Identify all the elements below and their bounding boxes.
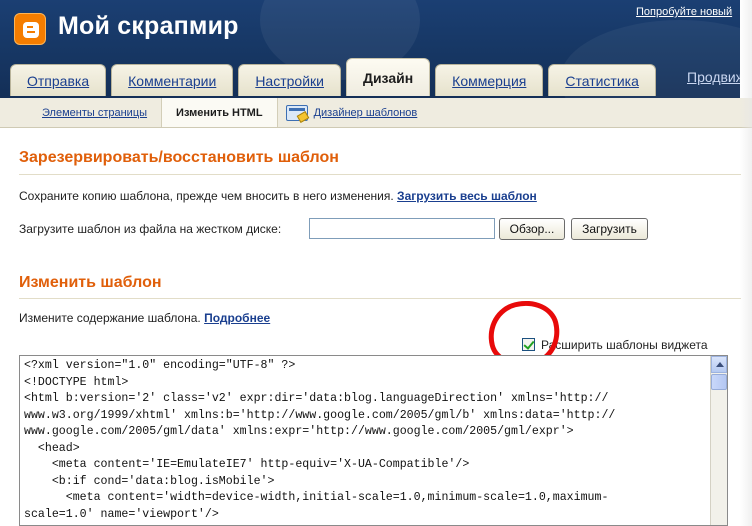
design-subnav: Элементы страницы Изменить HTML Дизайнер… xyxy=(0,98,752,128)
code-line[interactable]: www.w3.org/1999/xhtml' xmlns:b='http://w… xyxy=(24,408,707,425)
expand-widgets-checkbox[interactable] xyxy=(522,338,535,351)
blogger-logo-icon[interactable] xyxy=(14,13,46,45)
code-line[interactable]: scale=1.0' name='viewport'/> xyxy=(24,507,707,524)
subnav-edit-html[interactable]: Изменить HTML xyxy=(161,98,278,127)
tab-stats[interactable]: Статистика xyxy=(548,64,656,96)
edit-description: Измените содержание шаблона. Подробнее xyxy=(19,311,270,325)
code-line[interactable]: www.google.com/2005/gml/data' xmlns:expr… xyxy=(24,424,707,441)
code-line[interactable]: <html b:version='2' class='v2' expr:dir=… xyxy=(24,391,707,408)
backup-section-title: Зарезервировать/восстановить шаблон xyxy=(19,149,339,166)
tab-design[interactable]: Дизайн xyxy=(345,58,431,96)
edit-section-title: Изменить шаблон xyxy=(19,274,162,291)
code-line[interactable]: <meta content='width=device-width,initia… xyxy=(24,490,707,507)
expand-widgets-label[interactable]: Расширить шаблоны виджета xyxy=(541,338,708,352)
tab-settings[interactable]: Настройки xyxy=(238,64,341,96)
code-line[interactable]: <meta content='IE=EmulateIE7' http-equiv… xyxy=(24,457,707,474)
tab-comments[interactable]: Комментарии xyxy=(111,64,234,96)
editor-scrollbar[interactable] xyxy=(710,356,727,525)
blogger-header: Мой скрапмир Попробуйте новый Отправка К… xyxy=(0,0,740,98)
backup-description: Сохраните копию шаблона, прежде чем внос… xyxy=(19,189,537,203)
scroll-thumb[interactable] xyxy=(711,374,727,390)
upload-button[interactable]: Загрузить xyxy=(571,218,648,240)
edit-desc-text: Измените содержание шаблона. xyxy=(19,311,201,325)
download-template-link[interactable]: Загрузить весь шаблон xyxy=(397,189,537,203)
template-designer-icon xyxy=(285,104,308,121)
try-new-link[interactable]: Попробуйте новый xyxy=(636,6,734,18)
code-line[interactable]: <!DOCTYPE html> xyxy=(24,375,707,392)
code-line[interactable]: <?xml version="1.0" encoding="UTF-8" ?> xyxy=(24,358,707,375)
code-line[interactable]: <head> xyxy=(24,441,707,458)
template-file-input[interactable] xyxy=(309,218,495,239)
browse-button[interactable]: Обзор... xyxy=(499,218,565,240)
tab-posting[interactable]: Отправка xyxy=(10,64,107,96)
site-title[interactable]: Мой скрапмир xyxy=(58,12,239,41)
page-edge-shadow xyxy=(740,0,752,526)
scroll-up-arrow-icon[interactable] xyxy=(711,356,727,373)
section-divider xyxy=(19,174,741,175)
more-info-link[interactable]: Подробнее xyxy=(204,311,270,325)
template-designer-label: Дизайнер шаблонов xyxy=(313,106,418,119)
subnav-template-designer[interactable]: Дизайнер шаблонов xyxy=(278,98,432,127)
upload-label: Загрузите шаблон из файла на жестком дис… xyxy=(19,222,282,236)
code-line[interactable]: <b:if cond='data:blog.isMobile'> xyxy=(24,474,707,491)
backup-save-text: Сохраните копию шаблона, прежде чем внос… xyxy=(19,189,394,203)
tab-monetize[interactable]: Коммерция xyxy=(435,64,544,96)
section-divider xyxy=(19,298,741,299)
code-text[interactable]: <?xml version="1.0" encoding="UTF-8" ?> <… xyxy=(24,358,707,523)
template-code-editor[interactable]: <?xml version="1.0" encoding="UTF-8" ?> <… xyxy=(19,355,728,526)
subnav-page-elements[interactable]: Элементы страницы xyxy=(0,98,161,127)
tab-promotion[interactable]: Продвижение xyxy=(687,69,740,85)
main-tabs: Отправка Комментарии Настройки Дизайн Ко… xyxy=(10,58,661,96)
